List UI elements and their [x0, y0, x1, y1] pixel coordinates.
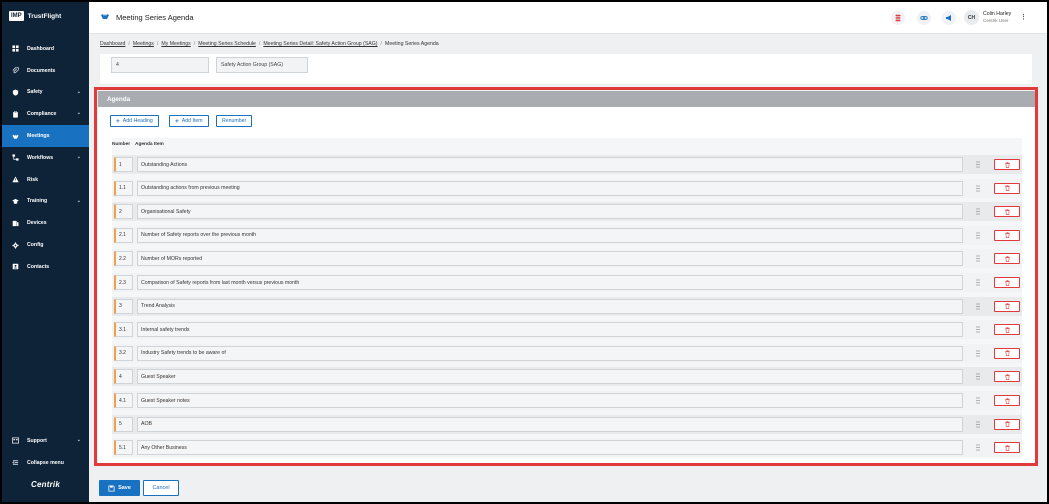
logo-text: TrustFlight — [27, 12, 62, 20]
series-number-field: 4 — [111, 57, 209, 73]
avatar[interactable]: CH — [964, 10, 979, 25]
collapse-menu-button[interactable]: Collapse menu — [2, 452, 89, 474]
sidebar-item-label: Contacts — [27, 263, 50, 270]
sidebar-item-label: Documents — [27, 67, 56, 74]
clipboard-icon — [11, 110, 19, 118]
chevron-down-icon: ⌄ — [76, 153, 81, 160]
sidebar-item-workflows[interactable]: Workflows ⌄ — [2, 147, 89, 169]
handshake-icon — [11, 132, 19, 140]
brand-logo: Centrik — [31, 480, 60, 489]
series-name-field: Safety Action Group (SAG) — [216, 57, 308, 73]
chevron-down-icon: ⌄ — [76, 437, 81, 443]
sidebar-item-compliance[interactable]: Compliance ⌄ — [2, 103, 89, 125]
sidebar-item-label: Devices — [27, 220, 47, 227]
announcement-button[interactable] — [942, 11, 956, 25]
app-window: IMP TrustFlight Dashboard Documents Safety… — [2, 2, 1047, 502]
breadcrumb-separator: / — [193, 41, 196, 47]
breadcrumb-link[interactable]: Dashboard — [100, 41, 125, 47]
save-icon — [108, 484, 115, 492]
sidebar-item-meetings[interactable]: Meetings — [2, 125, 89, 147]
breadcrumb-separator: / — [258, 41, 261, 47]
logo-badge: IMP — [9, 11, 24, 21]
chevron-down-icon: ⌄ — [76, 197, 81, 204]
sidebar-item-documents[interactable]: Documents — [2, 60, 89, 82]
sidebar-item-support[interactable]: Support ⌄ — [2, 430, 89, 452]
sidebar-item-label: Compliance — [27, 111, 57, 118]
sidebar-item-label: Training — [27, 198, 48, 205]
sidebar-item-config[interactable]: Config — [2, 234, 89, 256]
more-options-icon[interactable]: ⋮ — [1020, 13, 1027, 21]
sidebar-nav: Dashboard Documents Safety ⌄ Compliance ⌄ Meet… — [2, 38, 89, 278]
collapse-icon — [11, 459, 19, 467]
sidebar-item-safety[interactable]: Safety ⌄ — [2, 82, 89, 104]
sidebar-item-contacts[interactable]: Contacts — [2, 256, 89, 278]
dashboard-icon — [11, 45, 19, 53]
sidebar-item-label: Risk — [27, 176, 38, 183]
devices-icon — [11, 219, 19, 227]
support-icon — [11, 437, 19, 445]
sidebar-item-label: Meetings — [27, 133, 50, 140]
sidebar-item-label: Config — [27, 242, 44, 249]
chevron-down-icon: ⌄ — [76, 110, 81, 117]
breadcrumb-separator: / — [380, 41, 382, 47]
highlight-frame — [94, 87, 1038, 466]
database-icon — [895, 14, 901, 22]
breadcrumb-link[interactable]: Meetings — [133, 41, 154, 47]
logo[interactable]: IMP TrustFlight — [9, 11, 61, 21]
breadcrumb-link[interactable]: My Meetings — [161, 41, 190, 47]
link-button[interactable] — [917, 11, 931, 25]
series-summary: 4 Safety Action Group (SAG) — [100, 54, 1032, 84]
sidebar-item-label: Collapse menu — [27, 459, 64, 466]
megaphone-icon — [946, 15, 951, 21]
cancel-button[interactable]: Cancel — [143, 480, 179, 496]
breadcrumb-link[interactable]: Meeting Series Schedule — [198, 41, 256, 47]
save-label: Save — [118, 485, 131, 491]
top-header: Meeting Series Agenda CH Colin Harley Ce… — [89, 2, 1047, 34]
save-button[interactable]: Save — [99, 480, 140, 496]
sidebar-item-label: Dashboard — [27, 45, 55, 52]
graduation-icon — [11, 197, 19, 205]
page-title: Meeting Series Agenda — [116, 13, 194, 22]
contacts-icon — [11, 263, 19, 271]
sidebar-bottom: Support ⌄ Collapse menu — [2, 430, 89, 474]
breadcrumb-link[interactable]: Meeting Series Detail: Safety Action Gro… — [263, 41, 377, 47]
sidebar: IMP TrustFlight Dashboard Documents Safety… — [2, 2, 89, 502]
sidebar-item-dashboard[interactable]: Dashboard — [2, 38, 89, 60]
paperclip-icon — [11, 67, 19, 75]
sidebar-item-label: Safety — [27, 89, 43, 96]
breadcrumb-separator: / — [156, 41, 159, 47]
shield-icon — [11, 88, 19, 96]
user-name: Colin Harley — [983, 11, 1012, 17]
sidebar-item-risk[interactable]: Risk — [2, 169, 89, 191]
breadcrumb-current: Meeting Series Agenda — [385, 41, 439, 47]
warning-icon — [11, 176, 19, 184]
link-icon — [920, 16, 928, 20]
sidebar-item-label: Support — [27, 437, 47, 444]
breadcrumb: Dashboard / Meetings / My Meetings / Meeting S… — [100, 41, 439, 47]
sidebar-item-training[interactable]: Training ⌄ — [2, 191, 89, 213]
workflow-icon — [11, 154, 19, 162]
database-button[interactable] — [891, 11, 905, 25]
breadcrumb-separator: / — [128, 41, 130, 47]
handshake-icon — [101, 14, 109, 19]
chevron-down-icon: ⌄ — [76, 88, 81, 95]
user-role: Centrik User — [983, 18, 1009, 23]
sidebar-item-label: Workflows — [27, 154, 54, 161]
sidebar-item-devices[interactable]: Devices — [2, 212, 89, 234]
gear-icon — [11, 241, 19, 249]
